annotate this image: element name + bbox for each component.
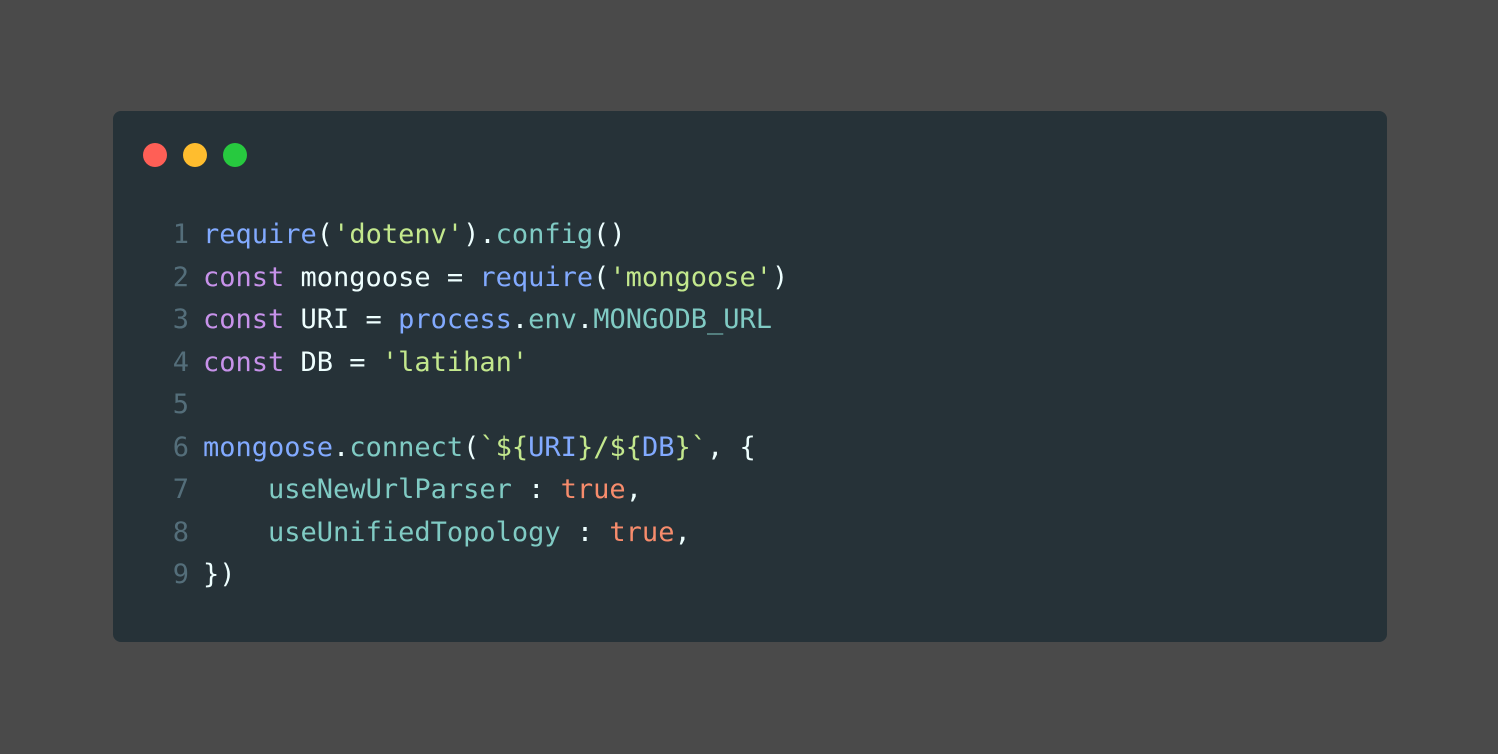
code-line: 1 require('dotenv'). config() bbox=[169, 214, 788, 257]
code-token-plain: ( bbox=[463, 431, 480, 463]
code-token-property: env bbox=[528, 304, 577, 335]
code-line: 6 mongoose. connect(`${URI}/${DB}`, { bbox=[169, 427, 788, 470]
code-token-string: 'dotenv' bbox=[333, 219, 464, 250]
code-token-function: DB bbox=[641, 431, 675, 463]
code-line: 7 useNewUrlParser : true, bbox=[169, 469, 788, 512]
code-token-function: require bbox=[479, 261, 594, 293]
code-token-plain: . bbox=[511, 304, 529, 335]
code-line: 3 const URI = process. env. MONGODB_URL bbox=[169, 299, 788, 342]
code-token-property: config bbox=[495, 219, 594, 250]
code-token-plain: , bbox=[625, 474, 642, 505]
code-line: 2 const mongoose = require('mongoose') bbox=[169, 257, 789, 300]
line-number: 6 bbox=[172, 431, 189, 463]
code-token-function: require bbox=[203, 219, 317, 250]
code-line: 5 bbox=[169, 384, 788, 427]
code-block: 1 require('dotenv'). config() 2 const mongoo… bbox=[169, 214, 789, 597]
code-window: 1 require('dotenv'). config() 2 const mongoo… bbox=[113, 111, 1387, 642]
code-token-keyword: const bbox=[203, 261, 285, 293]
code-line: 4 const DB = 'latihan' bbox=[169, 342, 788, 385]
code-token-boolean: true bbox=[609, 516, 675, 548]
code-token-keyword: const bbox=[203, 304, 285, 335]
code-token-function: mongoose bbox=[203, 431, 334, 463]
code-token-plain: }) bbox=[203, 559, 236, 590]
code-token-plain: , bbox=[674, 516, 691, 548]
code-token-property: useNewUrlParser bbox=[268, 474, 512, 505]
code-line: 8 useUnifiedTopology : true, bbox=[169, 512, 788, 555]
code-token-plain: : bbox=[560, 516, 610, 548]
code-token-plain: ( bbox=[316, 219, 334, 250]
code-token-boolean: true bbox=[560, 474, 626, 505]
code-token-plain: ) bbox=[771, 261, 789, 293]
code-token-function: process bbox=[398, 304, 512, 335]
line-number: 9 bbox=[172, 559, 189, 590]
code-token-property: MONGODB_URL bbox=[593, 304, 772, 335]
code-token-string: }` bbox=[674, 431, 707, 463]
code-line: 9}) bbox=[169, 554, 788, 597]
line-number: 4 bbox=[172, 346, 189, 378]
code-token-plain: DB = bbox=[284, 346, 382, 378]
maximize-dot-icon bbox=[223, 143, 247, 167]
code-token-string: }/${ bbox=[576, 431, 642, 463]
code-token-property: connect bbox=[349, 431, 464, 463]
code-token-keyword: const bbox=[203, 346, 285, 378]
code-token-function: URI bbox=[528, 431, 577, 463]
line-number: 8 bbox=[172, 516, 189, 548]
code-token-plain: , { bbox=[707, 431, 756, 463]
code-token-plain: URI = bbox=[284, 304, 399, 335]
code-token-plain: . bbox=[333, 431, 350, 463]
code-token-plain: () bbox=[593, 219, 626, 250]
code-token-string: `${ bbox=[479, 431, 529, 463]
code-token-property: useUnifiedTopology bbox=[268, 516, 561, 548]
line-number: 2 bbox=[172, 261, 189, 293]
code-token-string: 'mongoose' bbox=[609, 261, 772, 293]
code-token-plain: . bbox=[576, 304, 594, 335]
line-number: 7 bbox=[172, 474, 189, 505]
code-token-string: 'latihan' bbox=[381, 346, 529, 378]
code-token-plain: : bbox=[511, 474, 561, 505]
code-token-plain: ( bbox=[593, 261, 610, 293]
line-number: 1 bbox=[172, 219, 189, 250]
line-number: 3 bbox=[172, 304, 189, 335]
code-token-plain: ). bbox=[463, 219, 496, 250]
window-controls bbox=[143, 143, 247, 167]
minimize-dot-icon bbox=[183, 143, 207, 167]
close-dot-icon bbox=[143, 143, 167, 167]
line-number: 5 bbox=[172, 389, 189, 420]
code-token-plain: mongoose = bbox=[284, 261, 480, 293]
